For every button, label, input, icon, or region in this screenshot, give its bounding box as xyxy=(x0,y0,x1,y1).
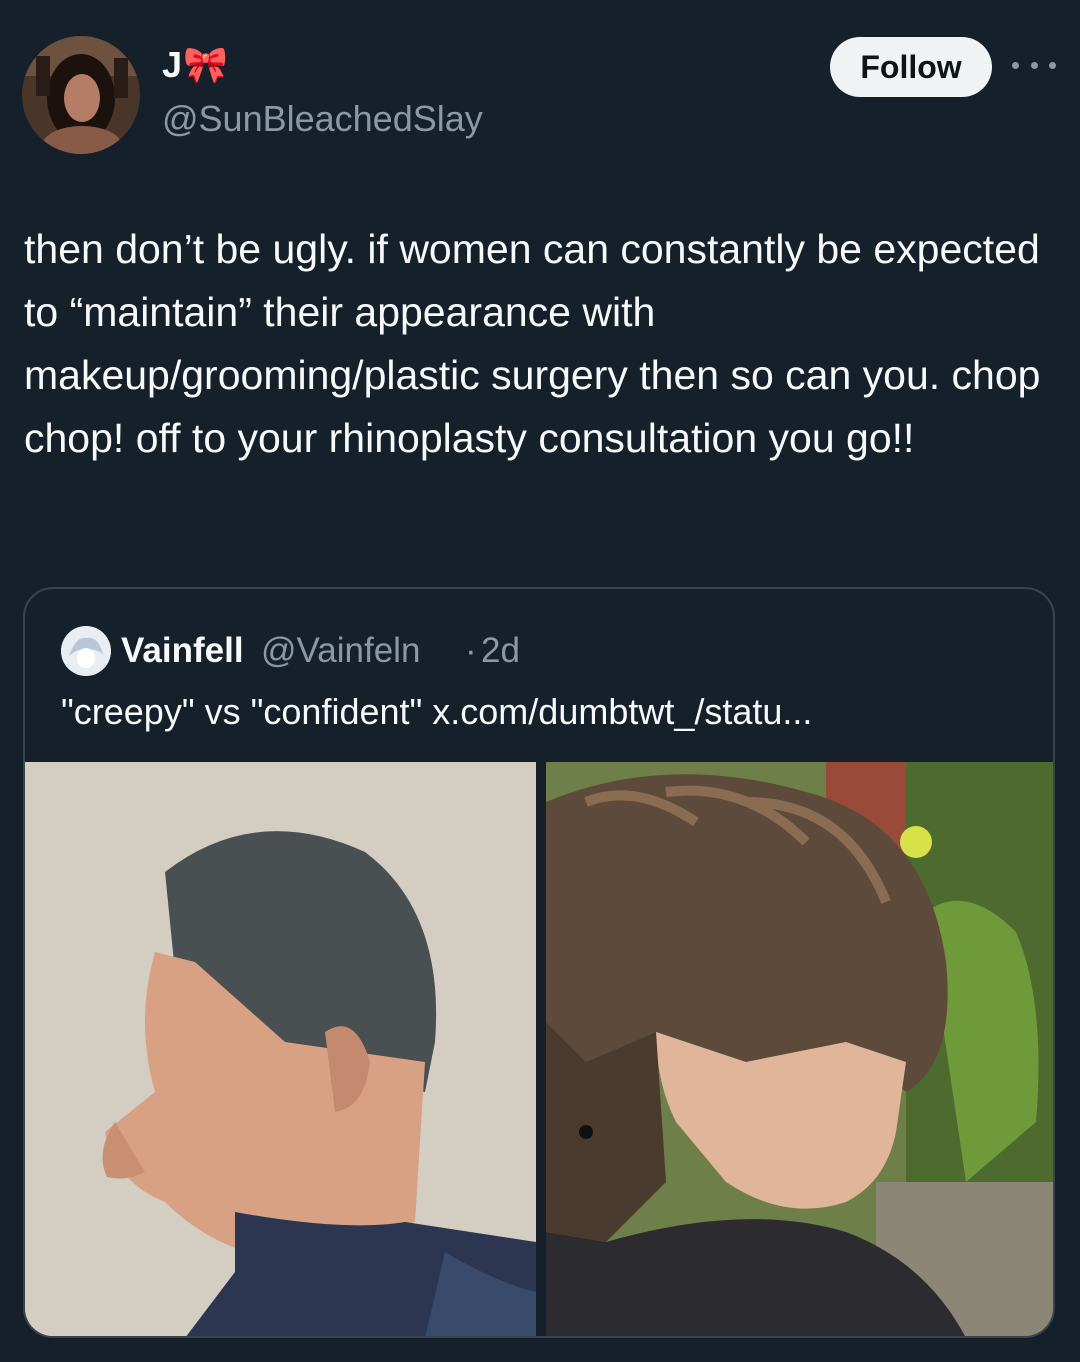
quote-media-right[interactable] xyxy=(546,762,1053,1336)
author-display-name[interactable]: J🎀 xyxy=(162,44,229,86)
dot xyxy=(1049,61,1056,69)
quote-handle[interactable]: @Vainfeln xyxy=(261,631,420,671)
tweet-header: J🎀 @SunBleachedSlay Follow xyxy=(0,0,1080,180)
quote-author-avatar[interactable] xyxy=(61,626,111,676)
tweet-text: then don’t be ugly. if women can constan… xyxy=(24,226,1041,461)
quote-media-left[interactable] xyxy=(25,762,536,1336)
quote-timestamp[interactable]: 2d xyxy=(481,631,520,671)
photo-left xyxy=(25,762,536,1336)
dot xyxy=(1030,61,1038,69)
avatar-image xyxy=(22,36,140,154)
follow-button[interactable]: Follow xyxy=(830,37,992,97)
photo-right xyxy=(546,762,1053,1336)
dot xyxy=(1012,61,1019,69)
quote-avatar-image xyxy=(61,626,111,676)
quote-text: "creepy" vs "confident" x.com/dumbtwt_/s… xyxy=(61,691,813,732)
author-handle[interactable]: @SunBleachedSlay xyxy=(162,98,483,140)
quoted-tweet[interactable]: Vainfell @Vainfeln · 2d "creepy" vs "con… xyxy=(23,587,1055,1338)
quote-separator: · xyxy=(465,631,477,670)
quote-display-name[interactable]: Vainfell xyxy=(121,631,244,671)
author-avatar[interactable] xyxy=(22,36,140,154)
more-horizontal-icon[interactable] xyxy=(1012,50,1056,80)
